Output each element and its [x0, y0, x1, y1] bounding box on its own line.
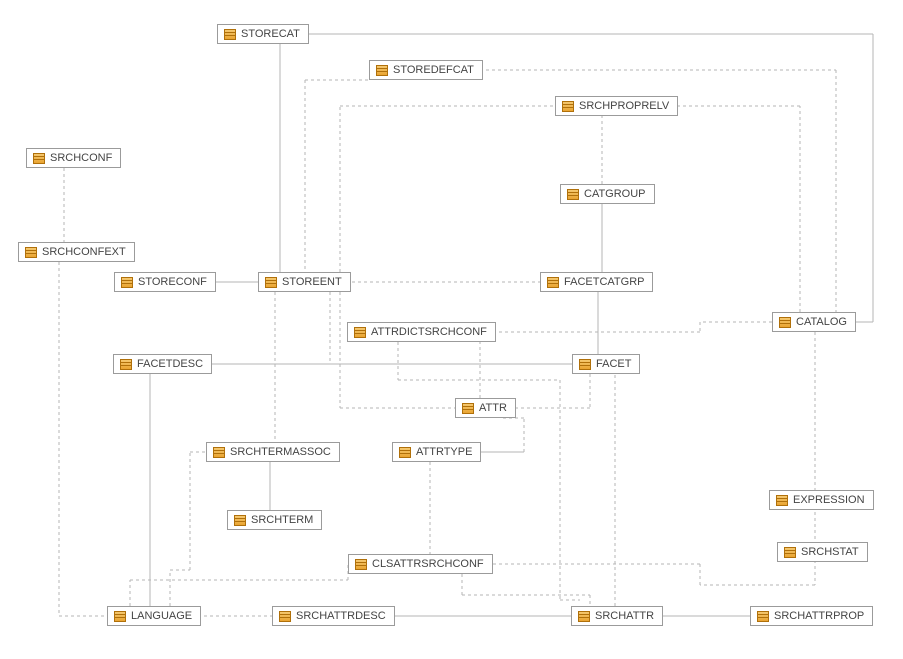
entity-label: FACETCATGRP: [564, 276, 644, 288]
entity-srchconfext[interactable]: SRCHCONFEXT: [18, 242, 135, 262]
entity-label: STOREENT: [282, 276, 342, 288]
entity-srchattrdesc[interactable]: SRCHATTRDESC: [272, 606, 395, 626]
table-icon: [579, 359, 591, 370]
entity-label: FACET: [596, 358, 631, 370]
entity-label: STORECAT: [241, 28, 300, 40]
entity-label: CLSATTRSRCHCONF: [372, 558, 484, 570]
entity-attr[interactable]: ATTR: [455, 398, 516, 418]
table-icon: [547, 277, 559, 288]
entity-label: FACETDESC: [137, 358, 203, 370]
table-icon: [779, 317, 791, 328]
entity-label: LANGUAGE: [131, 610, 192, 622]
table-icon: [462, 403, 474, 414]
entity-language[interactable]: LANGUAGE: [107, 606, 201, 626]
entity-expression[interactable]: EXPRESSION: [769, 490, 874, 510]
table-icon: [784, 547, 796, 558]
table-icon: [376, 65, 388, 76]
entity-clsattrsrchconf[interactable]: CLSATTRSRCHCONF: [348, 554, 493, 574]
entity-facetdesc[interactable]: FACETDESC: [113, 354, 212, 374]
entity-label: SRCHATTR: [595, 610, 654, 622]
table-icon: [114, 611, 126, 622]
entity-label: SRCHPROPRELV: [579, 100, 669, 112]
entity-label: CATGROUP: [584, 188, 646, 200]
entity-label: ATTR: [479, 402, 507, 414]
table-icon: [33, 153, 45, 164]
entity-label: SRCHCONF: [50, 152, 112, 164]
entity-label: SRCHATTRDESC: [296, 610, 386, 622]
entity-label: CATALOG: [796, 316, 847, 328]
er-diagram-canvas: STORECAT STOREDEFCAT SRCHPROPRELV SRCHCONF C…: [0, 0, 903, 659]
entity-label: ATTRTYPE: [416, 446, 472, 458]
entity-srchattrprop[interactable]: SRCHATTRPROP: [750, 606, 873, 626]
entity-srchstat[interactable]: SRCHSTAT: [777, 542, 868, 562]
entity-storedefcat[interactable]: STOREDEFCAT: [369, 60, 483, 80]
table-icon: [399, 447, 411, 458]
table-icon: [121, 277, 133, 288]
entity-facetcatgrp[interactable]: FACETCATGRP: [540, 272, 653, 292]
table-icon: [562, 101, 574, 112]
table-icon: [279, 611, 291, 622]
entity-srchconf[interactable]: SRCHCONF: [26, 148, 121, 168]
entity-storeconf[interactable]: STORECONF: [114, 272, 216, 292]
entity-label: STOREDEFCAT: [393, 64, 474, 76]
table-icon: [354, 327, 366, 338]
entity-label: SRCHCONFEXT: [42, 246, 126, 258]
table-icon: [120, 359, 132, 370]
table-icon: [757, 611, 769, 622]
entity-label: EXPRESSION: [793, 494, 865, 506]
entity-catgroup[interactable]: CATGROUP: [560, 184, 655, 204]
table-icon: [234, 515, 246, 526]
entity-label: SRCHTERMASSOC: [230, 446, 331, 458]
table-icon: [213, 447, 225, 458]
entity-storecat[interactable]: STORECAT: [217, 24, 309, 44]
entity-label: SRCHSTAT: [801, 546, 859, 558]
entity-facet[interactable]: FACET: [572, 354, 640, 374]
entity-label: STORECONF: [138, 276, 207, 288]
entity-catalog[interactable]: CATALOG: [772, 312, 856, 332]
table-icon: [25, 247, 37, 258]
entity-attrtype[interactable]: ATTRTYPE: [392, 442, 481, 462]
entity-label: SRCHATTRPROP: [774, 610, 864, 622]
table-icon: [224, 29, 236, 40]
entity-label: ATTRDICTSRCHCONF: [371, 326, 487, 338]
table-icon: [578, 611, 590, 622]
table-icon: [355, 559, 367, 570]
entity-label: SRCHTERM: [251, 514, 313, 526]
table-icon: [776, 495, 788, 506]
entity-attrdictsrchconf[interactable]: ATTRDICTSRCHCONF: [347, 322, 496, 342]
entity-storeent[interactable]: STOREENT: [258, 272, 351, 292]
entity-srchtermassoc[interactable]: SRCHTERMASSOC: [206, 442, 340, 462]
entity-srchproprelv[interactable]: SRCHPROPRELV: [555, 96, 678, 116]
table-icon: [265, 277, 277, 288]
entity-srchattr[interactable]: SRCHATTR: [571, 606, 663, 626]
entity-srchterm[interactable]: SRCHTERM: [227, 510, 322, 530]
table-icon: [567, 189, 579, 200]
